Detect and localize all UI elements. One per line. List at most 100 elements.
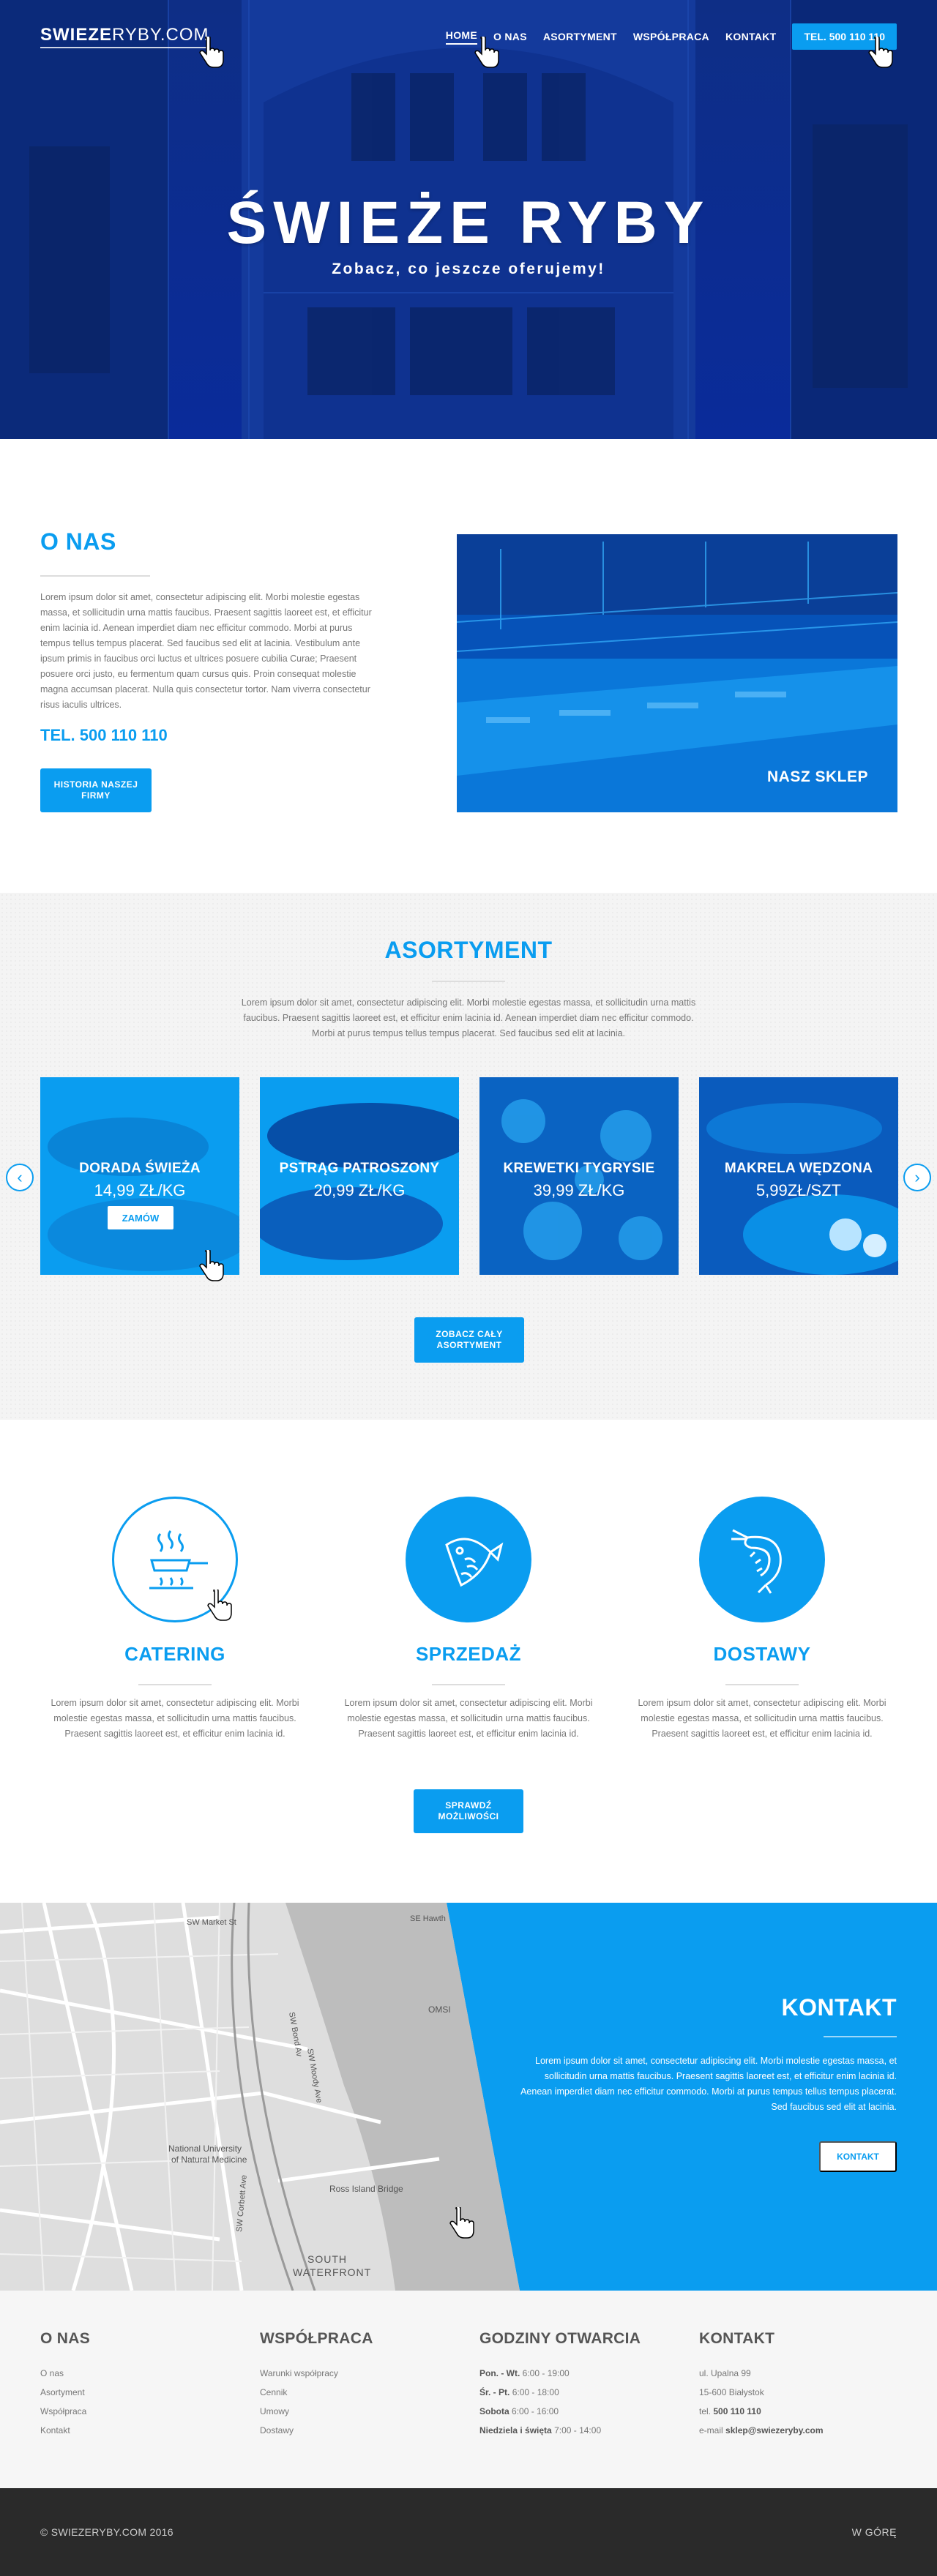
assortment-text: Lorem ipsum dolor sit amet, consectetur … (241, 997, 696, 1038)
footer-column-hours: GODZINY OTWARCIA Pon. - Wt. 6:00 - 19:00… (479, 2330, 684, 2440)
about-text: Lorem ipsum dolor sit amet, consectetur … (40, 592, 372, 710)
product-name: DORADA ŚWIEŻA (79, 1161, 201, 1176)
shop-label: NASZ SKLEP (766, 768, 868, 785)
service-divider (138, 1684, 212, 1685)
back-to-top-link[interactable]: W GÓRĘ (852, 2526, 897, 2538)
hand-cursor-icon (868, 37, 893, 68)
footer-link[interactable]: Asortyment (40, 2383, 245, 2402)
top-navigation: SWIEZERYBY.COM HOME O NAS ASORTYMENT WSP… (40, 20, 897, 53)
contact-title: KONTAKT (781, 1994, 897, 2021)
bottom-bar: © SWIEZERYBY.COM 2016 W GÓRĘ (0, 2488, 937, 2576)
hand-cursor-icon (207, 1590, 232, 1621)
footer-address-line: 15-600 Białystok (699, 2387, 764, 2397)
opening-hours-row: Śr. - Pt. 6:00 - 18:00 (479, 2387, 559, 2397)
shop-image[interactable]: NASZ SKLEP (457, 534, 897, 812)
product-card[interactable]: KREWETKI TYGRYSIE 39,99 ZŁ/KG (479, 1077, 679, 1275)
assortment-divider (432, 981, 505, 982)
footer-column-contact: KONTAKT ul. Upalna 99 15-600 Białystok t… (699, 2330, 904, 2440)
footer-column-about: O NAS O nas Asortyment Współpraca Kontak… (40, 2330, 245, 2440)
about-section: O NAS Lorem ipsum dolor sit amet, consec… (0, 439, 937, 893)
footer-phone[interactable]: tel. 500 110 110 (699, 2402, 904, 2421)
map-label: OMSI (428, 2004, 451, 2015)
product-price: 14,99 ZŁ/KG (94, 1181, 186, 1199)
shrimp-icon[interactable] (699, 1497, 825, 1622)
service-title: CATERING (124, 1643, 225, 1665)
about-divider (40, 575, 150, 577)
service-divider (725, 1684, 799, 1685)
map-label: of Natural Medicine (171, 2154, 247, 2165)
footer-email[interactable]: e-mail sklep@swiezeryby.com (699, 2421, 904, 2440)
service-title: SPRZEDAŻ (415, 1643, 522, 1665)
footer-heading: KONTAKT (699, 2330, 775, 2347)
map-label: SOUTH (307, 2253, 347, 2265)
footer-link[interactable]: O nas (40, 2364, 245, 2383)
carousel-next-icon[interactable]: › (903, 1164, 931, 1191)
service-title: DOSTAWY (713, 1643, 811, 1665)
fish-icon[interactable] (406, 1497, 531, 1622)
page: SWIEZERYBY.COM HOME O NAS ASORTYMENT WSP… (0, 0, 937, 2576)
map-label: National University (168, 2143, 242, 2154)
service-text: Lorem ipsum dolor sit amet, consectetur … (51, 1698, 299, 1739)
about-phone[interactable]: TEL. 500 110 110 (40, 726, 168, 745)
hand-cursor-icon (474, 37, 499, 68)
hand-cursor-icon (199, 37, 224, 68)
opening-hours-row: Pon. - Wt. 6:00 - 19:00 (479, 2368, 570, 2378)
product-price: 5,99ZŁ/SZT (755, 1181, 842, 1199)
product-price: 20,99 ZŁ/KG (313, 1181, 406, 1199)
logo-thin-text: RYBY.COM (112, 25, 209, 45)
hero-section: SWIEZERYBY.COM HOME O NAS ASORTYMENT WSP… (0, 0, 937, 439)
site-logo[interactable]: SWIEZERYBY.COM (40, 25, 209, 48)
product-name: KREWETKI TYGRYSIE (503, 1161, 655, 1176)
product-card[interactable]: PSTRĄG PATROSZONY 20,99 ZŁ/KG (260, 1077, 459, 1275)
footer: O NAS O nas Asortyment Współpraca Kontak… (0, 2291, 937, 2488)
footer-heading: WSPÓŁPRACA (260, 2330, 373, 2347)
opening-hours-row: Sobota 6:00 - 16:00 (479, 2406, 559, 2416)
see-all-button[interactable]: ZOBACZ CAŁY ASORTYMENT (414, 1317, 524, 1363)
product-price: 39,99 ZŁ/KG (533, 1181, 625, 1199)
footer-address-line: ul. Upalna 99 (699, 2368, 751, 2378)
nav-home[interactable]: HOME (445, 29, 477, 45)
service-divider (432, 1684, 505, 1685)
hero-subtitle: Zobacz, co jeszcze oferujemy! (332, 261, 605, 277)
order-button[interactable]: ZAMÓW (108, 1206, 173, 1229)
footer-link[interactable]: Kontakt (40, 2421, 245, 2440)
services-section: CATERING Lorem ipsum dolor sit amet, con… (0, 1420, 937, 1903)
logo-bold-text: SWIEZE (40, 25, 113, 45)
check-possibilities-button[interactable]: SPRAWDŹ MOŻLIWOŚCI (414, 1789, 523, 1833)
hand-cursor-icon (449, 2207, 474, 2239)
assortment-title: ASORTYMENT (384, 937, 553, 963)
product-card[interactable]: MAKRELA WĘDZONA 5,99ZŁ/SZT (699, 1077, 898, 1275)
map-label: SW Market St (187, 1918, 236, 1927)
hand-cursor-icon (199, 1250, 224, 1281)
product-card[interactable]: DORADA ŚWIEŻA 14,99 ZŁ/KG ZAMÓW (40, 1077, 239, 1275)
hero-title: ŚWIEŻE RYBY (226, 190, 711, 256)
about-title: O NAS (40, 528, 116, 555)
footer-link[interactable]: Dostawy (260, 2421, 465, 2440)
footer-heading: GODZINY OTWARCIA (479, 2330, 641, 2347)
footer-link[interactable]: Cennik (260, 2383, 465, 2402)
history-button[interactable]: HISTORIA NASZEJ FIRMY (40, 768, 152, 812)
carousel-prev-icon[interactable]: ‹ (6, 1164, 34, 1191)
contact-divider (824, 2036, 897, 2037)
service-text: Lorem ipsum dolor sit amet, consectetur … (344, 1698, 593, 1739)
footer-heading: O NAS (40, 2330, 91, 2347)
product-name: MAKRELA WĘDZONA (724, 1161, 873, 1176)
assortment-section: ASORTYMENT Lorem ipsum dolor sit amet, c… (0, 893, 937, 1420)
nav-assortment[interactable]: ASORTYMENT (543, 31, 617, 42)
copyright: © SWIEZERYBY.COM 2016 (40, 2526, 173, 2538)
map-label: Ross Island Bridge (329, 2184, 403, 2194)
nav-contact[interactable]: KONTAKT (725, 31, 777, 42)
footer-link[interactable]: Warunki współpracy (260, 2364, 465, 2383)
map-label: SE Hawth (410, 1914, 446, 1923)
service-text: Lorem ipsum dolor sit amet, consectetur … (638, 1698, 886, 1739)
nav-cooperation[interactable]: WSPÓŁPRACA (633, 31, 709, 42)
contact-text: Lorem ipsum dolor sit amet, consectetur … (520, 2056, 897, 2112)
footer-column-cooperation: WSPÓŁPRACA Warunki współpracy Cennik Umo… (260, 2330, 465, 2440)
opening-hours-row: Niedziela i święta 7:00 - 14:00 (479, 2425, 602, 2435)
main-menu: HOME O NAS ASORTYMENT WSPÓŁPRACA KONTAKT… (445, 23, 897, 50)
contact-button[interactable]: KONTAKT (819, 2141, 897, 2172)
map-label: WATERFRONT (293, 2266, 371, 2278)
product-name: PSTRĄG PATROSZONY (279, 1161, 440, 1176)
footer-link[interactable]: Współpraca (40, 2402, 245, 2421)
footer-link[interactable]: Umowy (260, 2402, 465, 2421)
